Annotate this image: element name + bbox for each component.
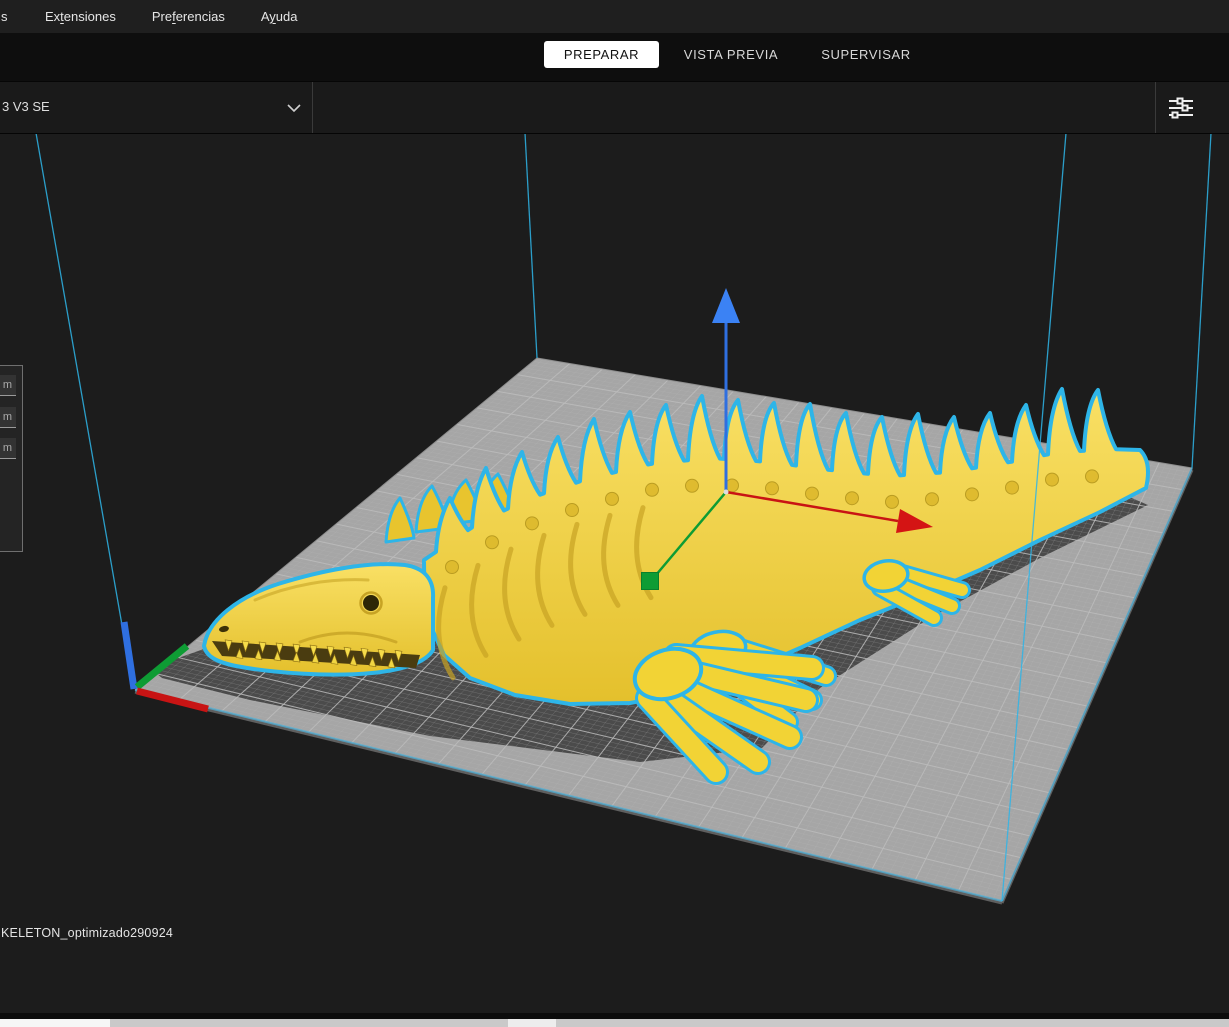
stage-tab-bar: PREPARAR VISTA PREVIA SUPERVISAR (0, 33, 1229, 81)
move-y-field[interactable]: m (0, 407, 16, 428)
tab-supervisar[interactable]: SUPERVISAR (810, 41, 922, 68)
menu-item-partial[interactable]: s (1, 9, 27, 24)
printer-selector-button[interactable]: 3 V3 SE (0, 82, 312, 133)
scrollbar-segment[interactable] (508, 1019, 556, 1027)
material-selector-button[interactable] (313, 82, 1154, 133)
tool-settings-panel: m m m (0, 365, 23, 552)
tab-vista-previa[interactable]: VISTA PREVIA (676, 41, 786, 68)
window-menu-bar: s Extensiones Preferencias Ayuda (0, 0, 1229, 33)
configuration-toolbar: 3 V3 SE 1 OctoFiber PLA 0.4mm Nozzle Sta… (0, 81, 1229, 134)
scrollbar-segment[interactable] (0, 1019, 110, 1027)
gizmo-y-handle (642, 573, 659, 590)
menu-item-preferencias[interactable]: Preferencias (134, 9, 243, 24)
move-z-field[interactable]: m (0, 438, 16, 459)
bottom-scrollbar[interactable] (0, 1019, 1229, 1027)
tab-preparar[interactable]: PREPARAR (544, 41, 659, 68)
printer-name: 3 V3 SE (2, 99, 50, 114)
viewport-3d[interactable] (0, 134, 1229, 1013)
build-plate-scene[interactable] (0, 134, 1229, 1013)
sliders-icon (1168, 97, 1194, 119)
print-settings-button[interactable] (1156, 82, 1229, 133)
menu-item-ayuda[interactable]: Ayuda (243, 9, 316, 24)
move-x-field[interactable]: m (0, 375, 16, 396)
menu-item-extensiones[interactable]: Extensiones (27, 9, 134, 24)
filename-label: KELETON_optimizado290924 (1, 926, 173, 940)
chevron-down-icon (287, 104, 301, 113)
